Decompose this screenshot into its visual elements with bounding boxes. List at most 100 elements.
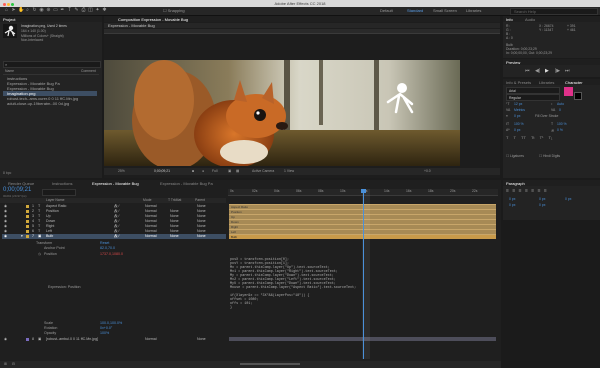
brush-tool-icon[interactable]: ✎ <box>74 8 79 13</box>
views-dropdown[interactable]: 1 View <box>284 169 294 173</box>
justify-all-icon[interactable]: ≡ <box>544 188 547 194</box>
transparency-grid-icon[interactable]: ▦ <box>236 169 239 173</box>
layer-switches[interactable]: ⁂ ∕ <box>114 234 119 239</box>
region-of-interest-icon[interactable]: ▣ <box>228 169 231 173</box>
layer-trkmat[interactable]: None <box>170 234 179 239</box>
shape-tool-icon[interactable]: ▭ <box>53 8 58 13</box>
visibility-eye-icon[interactable]: ◉ <box>4 337 7 342</box>
kerning-value[interactable]: Metrics <box>514 108 525 112</box>
layer-name[interactable]: Bulb <box>46 234 53 239</box>
indent-first-value[interactable]: 0 px <box>565 197 571 201</box>
vertical-scale-value[interactable]: 100 % <box>514 122 524 126</box>
label-color[interactable] <box>26 220 29 223</box>
home-icon[interactable]: ⌂ <box>4 8 9 13</box>
space-before-value[interactable]: 0 px <box>509 203 515 207</box>
exposure-value[interactable]: +0.0 <box>424 169 431 173</box>
tab-character[interactable]: Character <box>565 80 583 85</box>
all-caps-button[interactable]: TT <box>521 135 526 140</box>
rotation-value[interactable]: 0x+0.0° <box>100 326 112 330</box>
first-frame-icon[interactable]: ⏮ <box>525 68 530 74</box>
align-left-icon[interactable]: ≡ <box>506 188 509 194</box>
layer-mode[interactable]: Normal <box>145 234 157 239</box>
comp-timecode[interactable]: 0;00;09;21 <box>154 169 170 173</box>
indent-left-value[interactable]: 0 px <box>509 197 515 201</box>
workspace-libraries[interactable]: Libraries <box>466 8 481 13</box>
column-comment[interactable]: Comment <box>81 69 96 73</box>
layer-parent[interactable]: None <box>197 337 206 342</box>
faux-bold-button[interactable]: T <box>506 135 508 140</box>
col-trkmat[interactable]: T TrkMat <box>168 198 181 202</box>
opacity-value[interactable]: 100% <box>100 331 109 335</box>
camera-tool-icon[interactable]: ◉ <box>39 8 44 13</box>
col-parent[interactable]: Parent <box>195 198 205 202</box>
fill-color-swatch[interactable] <box>564 87 573 96</box>
type-tool-icon[interactable]: T <box>67 8 72 13</box>
font-family-select[interactable]: Arial <box>506 87 560 94</box>
stroke-width-value[interactable]: 0 px <box>514 114 520 118</box>
play-icon[interactable]: ▶ <box>545 68 549 74</box>
eraser-tool-icon[interactable]: ◫ <box>88 8 93 13</box>
label-color[interactable] <box>26 225 29 228</box>
expand-triangle-icon[interactable]: ▾ <box>21 234 23 239</box>
layer-parent[interactable]: None <box>197 234 206 239</box>
hindi-digits-checkbox[interactable]: ☐ Hindi Digits <box>539 154 560 158</box>
tab-preview[interactable]: Preview <box>506 60 520 65</box>
camera-snapshot-icon[interactable]: ◙ <box>192 169 194 173</box>
align-right-icon[interactable]: ≡ <box>519 188 522 194</box>
scale-value[interactable]: 100.0,100.0% <box>100 321 122 325</box>
pan-behind-tool-icon[interactable]: ⊕ <box>46 8 51 13</box>
snapping-checkbox[interactable]: ☐ Snapping <box>163 8 185 13</box>
table-row-selected[interactable]: ◉ ▾ 7 ▣ Bulb ⁂ ∕ Normal None None <box>2 234 226 239</box>
tsume-value[interactable]: 0 % <box>557 128 563 132</box>
stroke-color-swatch[interactable] <box>574 92 582 100</box>
tab-effects-presets[interactable]: Info & Presets <box>506 80 531 85</box>
hand-tool-icon[interactable]: ✋ <box>18 8 24 13</box>
column-name[interactable]: Name <box>5 69 14 73</box>
subscript-button[interactable]: T₁ <box>549 135 553 140</box>
tab-libraries[interactable]: Libraries <box>539 80 554 85</box>
label-color[interactable] <box>26 230 29 233</box>
tab-composition[interactable]: Composition Expression - Movable Bug <box>118 17 188 22</box>
prev-frame-icon[interactable]: ◀| <box>535 68 540 74</box>
zoom-slider[interactable] <box>240 363 300 365</box>
workspace-standard[interactable]: Standard <box>407 8 423 13</box>
layer-mode[interactable]: Normal <box>145 337 157 342</box>
last-frame-icon[interactable]: ⏭ <box>565 68 570 74</box>
justify-left-icon[interactable]: ≡ <box>525 188 528 194</box>
col-mode[interactable]: Mode <box>143 198 151 202</box>
puppet-tool-icon[interactable]: ✱ <box>102 8 107 13</box>
toggle-modes-icon[interactable]: ⊟ <box>12 362 15 366</box>
label-color[interactable] <box>26 235 29 238</box>
zoom-dropdown[interactable]: 25% <box>118 169 125 173</box>
space-after-value[interactable]: 0 px <box>539 203 545 207</box>
rotate-tool-icon[interactable]: ↻ <box>32 8 37 13</box>
tab-paragraph[interactable]: Paragraph <box>506 181 525 186</box>
align-center-icon[interactable]: ≡ <box>512 188 515 194</box>
font-style-select[interactable]: Regular <box>506 94 560 101</box>
horizontal-scale-value[interactable]: 100 % <box>557 122 567 126</box>
position-value[interactable]: 1737.0,1080.0 <box>100 252 123 256</box>
workspace-default[interactable]: Default <box>380 8 393 13</box>
col-layer-name[interactable]: Layer Name <box>46 198 64 202</box>
stopwatch-icon[interactable]: ◷ <box>38 252 41 256</box>
pen-tool-icon[interactable]: ✒ <box>60 8 65 13</box>
stroke-mode-select[interactable]: Fill Over Stroke <box>535 114 558 118</box>
layer-name[interactable]: [robust-.ambul.0 0 11 ffC.Mn.jpg] <box>46 337 98 342</box>
tab-instructions[interactable]: Instructions <box>52 181 72 186</box>
transform-reset-link[interactable]: Reset <box>100 241 109 245</box>
show-channel-icon[interactable]: ● <box>202 169 204 173</box>
stamp-tool-icon[interactable]: ⎙ <box>81 8 86 13</box>
roto-brush-icon[interactable]: ✦ <box>95 8 100 13</box>
zoom-tool-icon[interactable]: ⌕ <box>25 8 30 13</box>
toggle-switches-icon[interactable]: ⊞ <box>4 362 7 366</box>
active-camera-dropdown[interactable]: Active Camera <box>252 169 274 173</box>
justify-center-icon[interactable]: ≡ <box>531 188 534 194</box>
visibility-eye-icon[interactable]: ◉ <box>4 234 7 239</box>
project-search-input[interactable]: ⌕ <box>3 61 101 68</box>
tab-comp-name[interactable]: Expression - Movable Bug <box>108 23 155 28</box>
tab-info[interactable]: Info <box>506 17 513 22</box>
selection-tool-icon[interactable]: ➤ <box>11 8 16 13</box>
playhead-handle[interactable] <box>361 189 366 193</box>
faux-italic-button[interactable]: T <box>514 135 516 140</box>
tab-audio[interactable]: Audio <box>525 17 535 22</box>
